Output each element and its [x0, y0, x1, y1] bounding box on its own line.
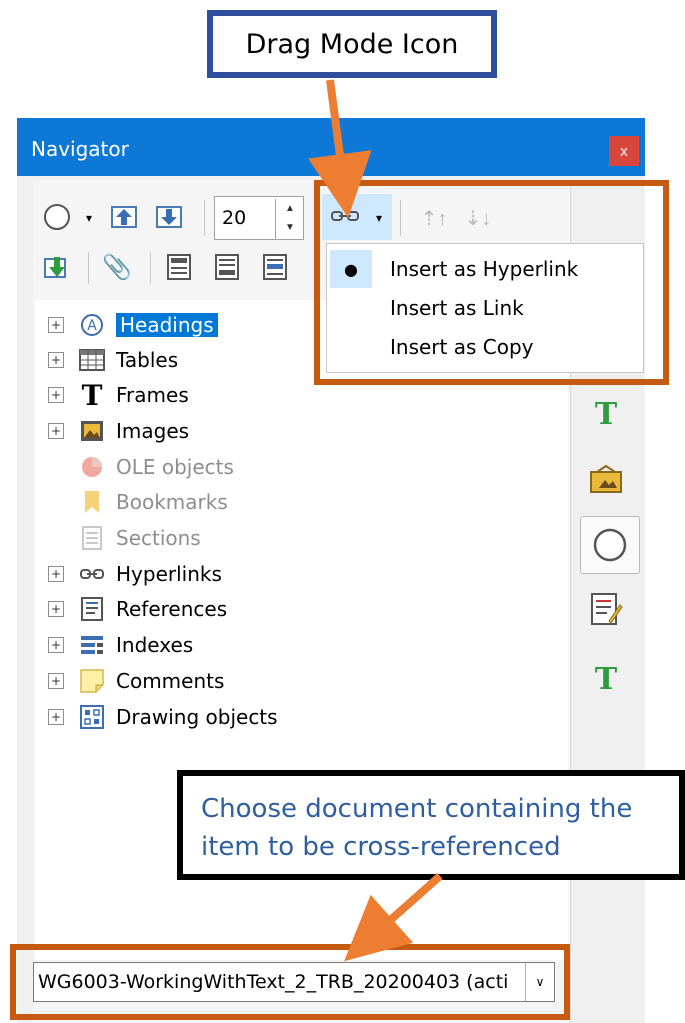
expand-icon[interactable]: +: [48, 317, 64, 333]
index-icon: [78, 631, 106, 659]
expand-icon[interactable]: +: [48, 352, 64, 368]
tree-item-label: Images: [116, 419, 190, 443]
tree-item-label: Sections: [116, 526, 201, 550]
document-selector-highlight-box: [10, 944, 570, 1020]
navigation-compass-icon[interactable]: [40, 200, 74, 234]
header-icon[interactable]: [162, 250, 196, 284]
bookmark-icon: [78, 488, 106, 516]
close-button[interactable]: x: [609, 136, 639, 166]
tree-item-label: OLE objects: [116, 455, 234, 479]
window-title: Navigator: [17, 118, 645, 176]
drag-mode-callout: Drag Mode Icon: [207, 10, 497, 78]
toggle-content-icon[interactable]: [40, 250, 74, 284]
tree-item-tables[interactable]: + Tables: [48, 343, 178, 377]
text-frame-icon: T: [81, 378, 103, 412]
tree-item-label: Bookmarks: [116, 490, 228, 514]
tree-item-ole-objects: OLE objects: [48, 450, 234, 484]
heading-level-value[interactable]: 20: [222, 207, 246, 229]
tree-item-bookmarks: Bookmarks: [48, 485, 228, 519]
tree-item-headings[interactable]: + A Headings: [48, 308, 218, 342]
tree-item-label: Hyperlinks: [116, 562, 222, 586]
reminder-icon[interactable]: 📎: [100, 250, 134, 284]
styles-icon[interactable]: T: [582, 390, 630, 438]
tree-item-label: Indexes: [116, 633, 194, 657]
navigator-compass-icon[interactable]: [586, 521, 634, 569]
tree-item-label: References: [116, 597, 228, 621]
tree-item-label: Headings: [116, 313, 218, 337]
svg-text:A: A: [87, 318, 97, 334]
chevron-down-icon[interactable]: ▾: [82, 208, 96, 228]
document-callout: Choose document containing the item to b…: [177, 770, 685, 880]
tree-item-frames[interactable]: + T Frames: [48, 378, 189, 412]
comment-icon: [78, 667, 106, 695]
expand-icon[interactable]: +: [48, 423, 64, 439]
tree-item-label: Tables: [116, 348, 179, 372]
expand-icon[interactable]: +: [48, 601, 64, 617]
hyperlink-icon: [78, 560, 106, 588]
tree-item-label: Frames: [116, 383, 189, 407]
expand-icon[interactable]: +: [48, 637, 64, 653]
anchor-icon[interactable]: [258, 250, 292, 284]
promote-chapter-icon[interactable]: [107, 200, 141, 234]
toolbar-separator: [88, 252, 89, 284]
drag-mode-highlight-box: [314, 180, 669, 385]
table-icon: [78, 346, 106, 374]
expand-icon[interactable]: +: [48, 709, 64, 725]
tree-item-drawing-objects[interactable]: + Drawing objects: [48, 700, 278, 734]
heading-level-spinner[interactable]: 20 ▲ ▼: [214, 196, 304, 240]
expand-icon[interactable]: +: [48, 387, 64, 403]
callout-line-1: Choose document containing the: [201, 794, 633, 824]
tree-item-sections: Sections: [48, 521, 201, 555]
ole-object-icon: [78, 453, 106, 481]
spin-up-icon[interactable]: ▲: [276, 199, 304, 218]
demote-chapter-icon[interactable]: [152, 200, 186, 234]
expand-icon[interactable]: +: [48, 566, 64, 582]
drawing-object-icon: [78, 703, 106, 731]
toolbar-separator: [204, 200, 205, 236]
toolbar-separator: [150, 252, 151, 284]
tree-item-label: Comments: [116, 669, 225, 693]
styles-icon[interactable]: T: [582, 655, 630, 703]
tree-item-hyperlinks[interactable]: + Hyperlinks: [48, 557, 222, 591]
expand-icon[interactable]: +: [48, 673, 64, 689]
footer-icon[interactable]: [210, 250, 244, 284]
tree-item-indexes[interactable]: + Indexes: [48, 628, 193, 662]
section-icon: [78, 524, 106, 552]
image-icon: [78, 417, 106, 445]
gallery-icon[interactable]: [582, 455, 630, 503]
tree-item-comments[interactable]: + Comments: [48, 664, 224, 698]
callout-line-2: item to be cross-referenced: [201, 832, 561, 862]
spin-down-icon[interactable]: ▼: [276, 218, 304, 237]
tree-item-label: Drawing objects: [116, 705, 278, 729]
headings-icon: A: [78, 311, 106, 339]
reference-icon: [78, 595, 106, 623]
manage-changes-icon[interactable]: [582, 585, 630, 633]
tree-item-images[interactable]: + Images: [48, 414, 189, 448]
tree-item-references[interactable]: + References: [48, 592, 227, 626]
